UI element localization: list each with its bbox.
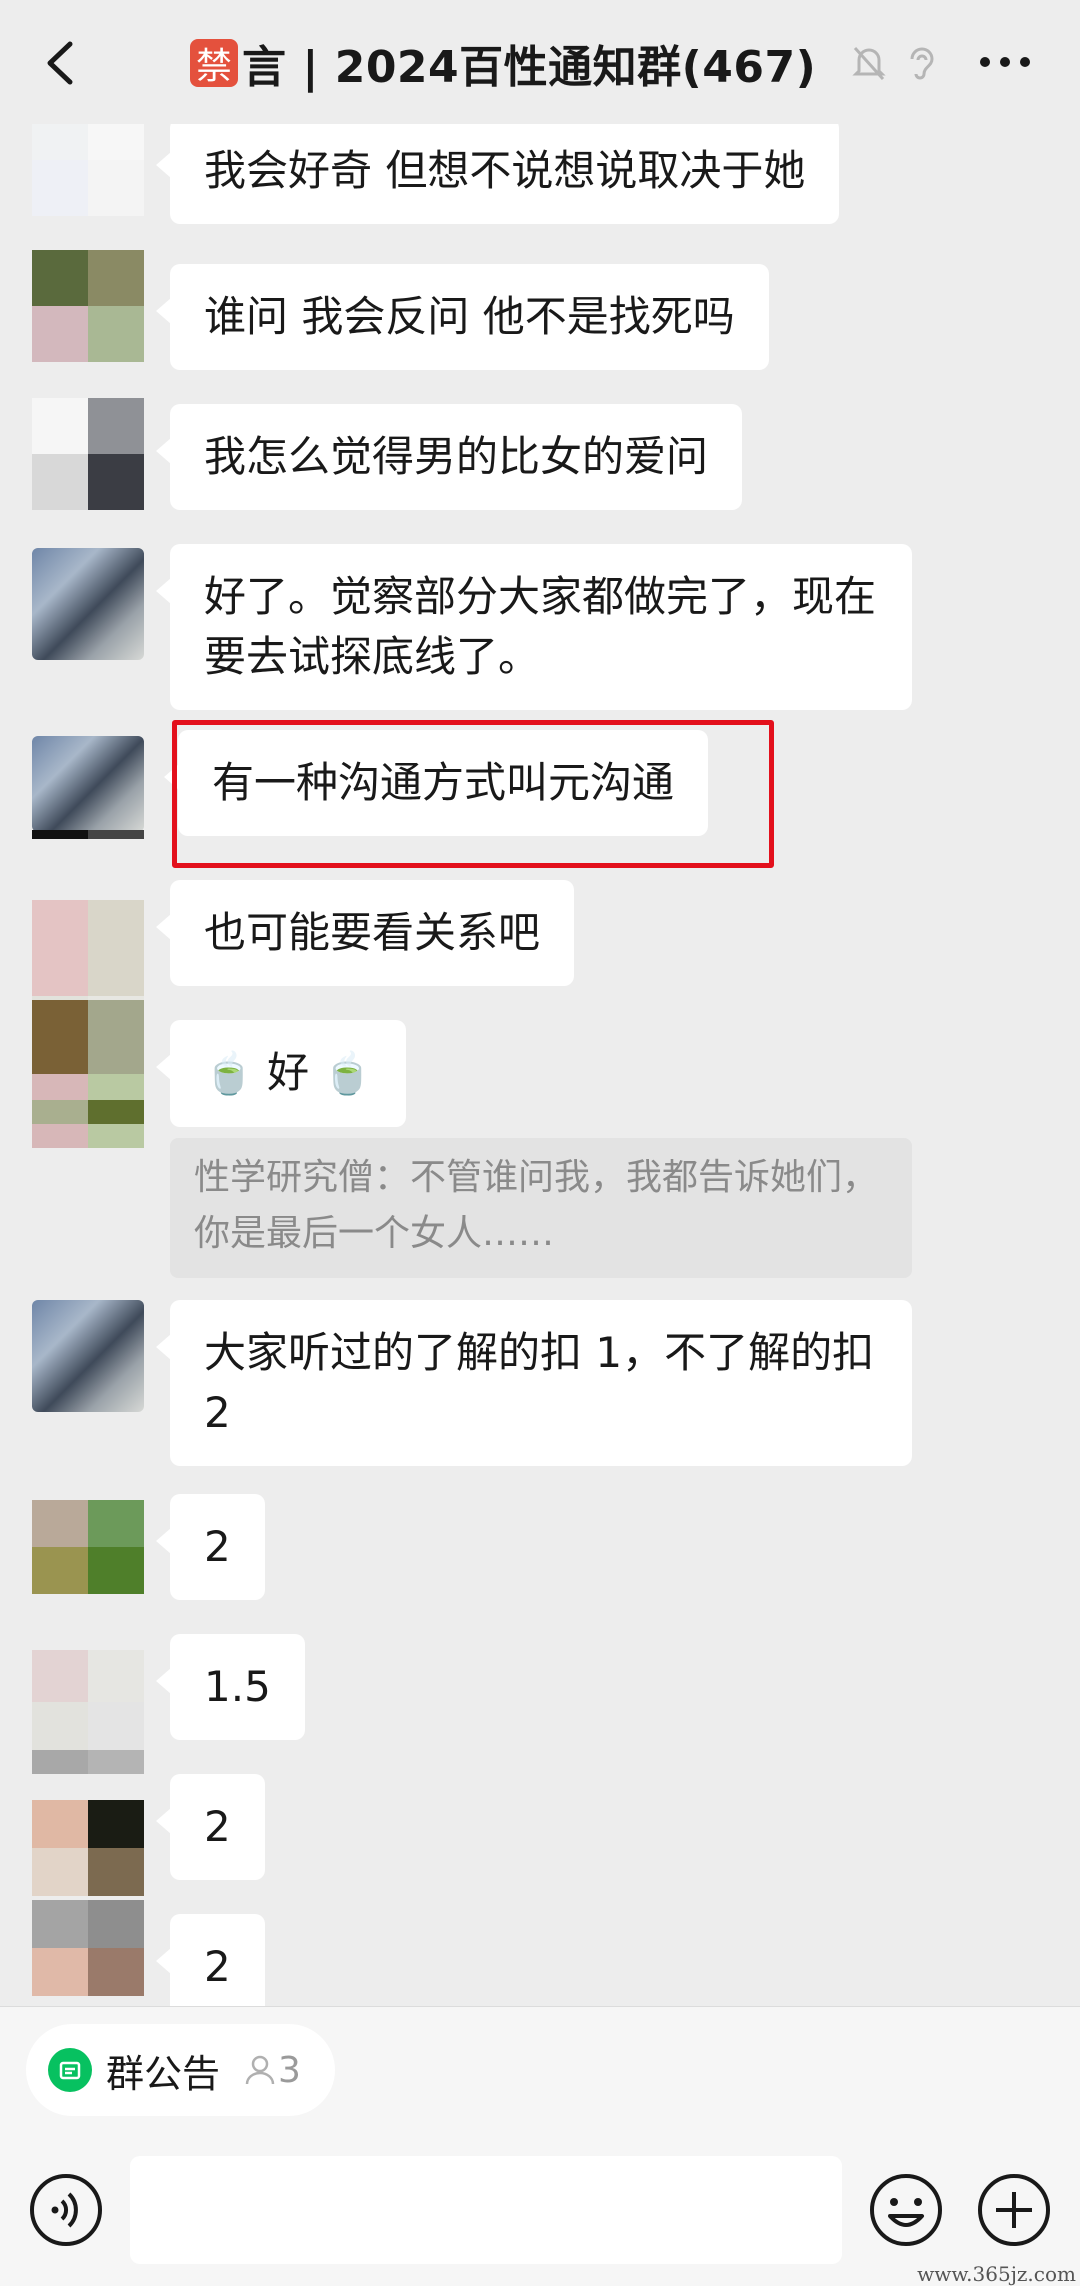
- avatar[interactable]: [32, 1500, 144, 1594]
- avatar[interactable]: [32, 548, 144, 660]
- chat-title[interactable]: 禁 言 | 2024百性通知群(467): [190, 28, 940, 98]
- more-icon[interactable]: [975, 42, 1035, 82]
- watermark: www.365jz.com: [917, 2262, 1076, 2286]
- ban-badge: 禁: [190, 39, 238, 87]
- message-bubble[interactable]: 🍵 好 🍵: [155, 1020, 407, 1127]
- message-bubble[interactable]: 大家听过的了解的扣 1，不了解的扣 2: [156, 1300, 912, 1466]
- ear-icon: [902, 43, 940, 83]
- avatar[interactable]: [32, 124, 144, 216]
- quoted-message[interactable]: 性学研究僧：不管谁问我，我都告诉她们，你是最后一个女人……: [170, 1138, 912, 1278]
- back-icon[interactable]: [36, 30, 86, 96]
- group-name: 言 | 2024百性通知群(467): [242, 42, 817, 93]
- avatar-strip: [32, 830, 144, 848]
- message-bubble[interactable]: 1.5: [156, 1634, 305, 1740]
- avatar-strip: [32, 1100, 144, 1148]
- user-icon: [245, 2055, 275, 2085]
- avatar[interactable]: [32, 1650, 144, 1754]
- message-bubble[interactable]: 谁问 我会反问 他不是找死吗: [156, 264, 769, 370]
- tea-icon: 🍵: [322, 1051, 373, 1097]
- message-bubble[interactable]: 2: [156, 1774, 265, 1880]
- avatar[interactable]: [32, 1800, 144, 1896]
- message-bubble[interactable]: 2: [156, 1914, 265, 2006]
- message-input[interactable]: [130, 2156, 842, 2264]
- tea-icon: 🍵: [204, 1051, 254, 1097]
- avatar[interactable]: [32, 736, 144, 832]
- message-bubble[interactable]: 2: [156, 1494, 265, 1600]
- avatar[interactable]: [32, 250, 144, 362]
- emoji-icon[interactable]: [868, 2172, 944, 2248]
- announcement-icon: [48, 2048, 92, 2092]
- avatar[interactable]: [32, 1900, 144, 1996]
- highlight-annotation: [172, 720, 774, 868]
- announcement-label: 群公告: [106, 2051, 221, 2096]
- message-bubble[interactable]: 我会好奇 但想不说想说取决于她: [155, 124, 840, 224]
- avatar[interactable]: [32, 398, 144, 510]
- avatar[interactable]: [32, 1300, 144, 1412]
- bell-off-icon: [850, 43, 888, 83]
- plus-icon[interactable]: [976, 2172, 1052, 2248]
- message-bubble[interactable]: 也可能要看关系吧: [155, 880, 575, 986]
- announcement-count: 3: [242, 2050, 301, 2091]
- message-bubble[interactable]: 我怎么觉得男的比女的爱问: [155, 404, 743, 510]
- avatar-strip: [32, 1750, 144, 1798]
- message-text: 好: [267, 1048, 310, 1097]
- chat-header: 禁 言 | 2024百性通知群(467): [0, 0, 1080, 124]
- message-list[interactable]: 我会好奇 但想不说想说取决于她 谁问 我会反问 他不是找死吗 我怎么觉得男的比女…: [0, 124, 1080, 2006]
- voice-icon[interactable]: [28, 2172, 104, 2248]
- group-announcement-pill[interactable]: 群公告 3: [26, 2024, 335, 2116]
- message-bubble[interactable]: 好了。觉察部分大家都做完了，现在要去试探底线了。: [156, 544, 912, 710]
